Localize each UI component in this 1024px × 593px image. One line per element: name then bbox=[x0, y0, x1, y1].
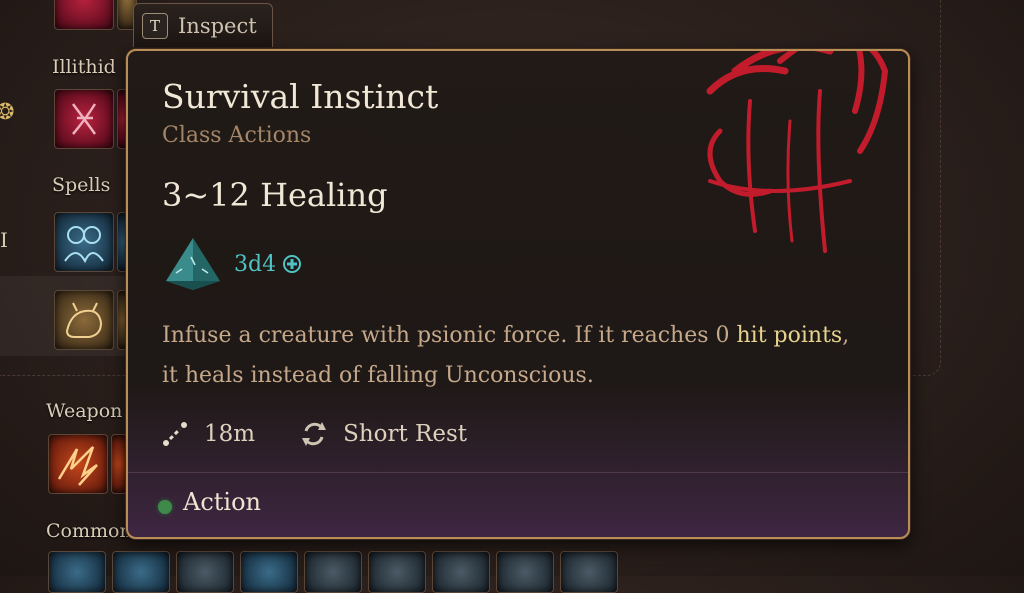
common-slot-7[interactable] bbox=[432, 551, 490, 593]
section-label-illithid: Illithid bbox=[52, 56, 116, 78]
tooltip-title: Survival Instinct bbox=[162, 77, 439, 116]
common-actions-row bbox=[48, 551, 618, 593]
claw-icon bbox=[706, 51, 889, 253]
hotbar-slot-weapon-2[interactable] bbox=[111, 434, 127, 494]
dice-formula: 3d4 bbox=[234, 251, 277, 277]
faces-spell-icon bbox=[64, 226, 104, 264]
short-rest-icon bbox=[302, 422, 327, 446]
common-slot-8[interactable] bbox=[496, 551, 554, 593]
dice-icon bbox=[166, 238, 220, 290]
range-value: 18m bbox=[204, 421, 256, 447]
hit-points-keyword[interactable]: hit points bbox=[737, 323, 843, 348]
illithid-sigil-icon bbox=[71, 103, 97, 135]
inspect-tab[interactable]: T Inspect bbox=[133, 3, 273, 47]
weapon-attack-icon bbox=[57, 446, 98, 486]
common-slot-2[interactable] bbox=[112, 551, 170, 593]
hotbar-slot-weapon[interactable] bbox=[48, 434, 108, 494]
inspect-key-badge: T bbox=[142, 12, 168, 39]
range-icon bbox=[163, 422, 187, 446]
action-resource-icon bbox=[158, 500, 172, 514]
tooltip-meta-row: 18m Short Rest bbox=[158, 417, 467, 451]
hotbar-slot-top[interactable] bbox=[54, 0, 114, 30]
hotbar-slot-spell-2[interactable] bbox=[54, 290, 114, 350]
healing-amount: 3~12 Healing bbox=[162, 176, 388, 214]
side-orb-icon: ❂ bbox=[0, 100, 15, 125]
beast-spell-icon bbox=[65, 302, 103, 338]
tooltip-description: Infuse a creature with psionic force. If… bbox=[162, 316, 882, 396]
description-text-2: , bbox=[842, 323, 850, 348]
common-slot-5[interactable] bbox=[304, 551, 362, 593]
common-slot-9[interactable] bbox=[560, 551, 618, 593]
section-label-spells: Spells bbox=[52, 174, 111, 196]
description-text-3: it heals instead of falling Unconscious. bbox=[162, 363, 594, 388]
common-slot-3[interactable] bbox=[176, 551, 234, 593]
tooltip-subtitle: Class Actions bbox=[162, 123, 312, 148]
common-slot-6[interactable] bbox=[368, 551, 426, 593]
hotbar-slot-spell-1[interactable] bbox=[54, 212, 114, 272]
side-marker-icon: I bbox=[0, 228, 8, 252]
common-slot-4[interactable] bbox=[240, 551, 298, 593]
description-text-1: Infuse a creature with psionic force. If… bbox=[162, 323, 737, 348]
recharge-label: Short Rest bbox=[343, 421, 468, 447]
inspect-label: Inspect bbox=[178, 13, 257, 38]
action-cost-bar: Action bbox=[128, 472, 908, 537]
section-label-weapon: Weapon bbox=[46, 400, 123, 422]
plus-icon bbox=[283, 255, 302, 273]
section-label-common: Common bbox=[46, 520, 132, 542]
action-cost-label: Action bbox=[183, 488, 261, 516]
hotbar-slot-illithid[interactable] bbox=[54, 89, 114, 149]
common-slot-1[interactable] bbox=[48, 551, 106, 593]
action-tooltip: Survival Instinct Class Actions 3~12 Hea… bbox=[126, 49, 910, 539]
dice-row: 3d4 bbox=[162, 234, 302, 294]
